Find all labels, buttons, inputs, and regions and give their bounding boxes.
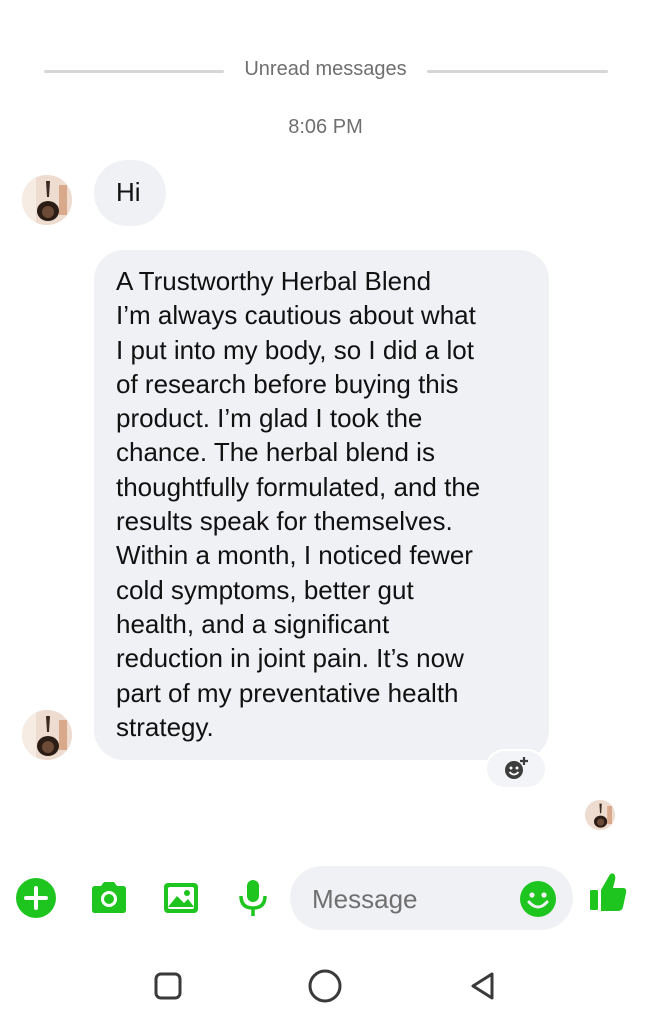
gallery-icon	[164, 883, 198, 913]
system-nav-bar	[0, 960, 651, 1012]
divider-line-left	[44, 70, 224, 73]
plus-icon	[16, 878, 56, 918]
divider-line-right	[427, 70, 608, 73]
recents-button[interactable]	[148, 966, 188, 1006]
thumbs-up-icon	[590, 873, 627, 911]
back-icon	[471, 972, 494, 1000]
home-button[interactable]	[305, 966, 345, 1006]
camera-icon	[92, 882, 126, 913]
message-input[interactable]	[310, 880, 514, 918]
message-bubble-hi[interactable]: Hi	[94, 160, 166, 226]
message-text: A Trustworthy Herbal Blend I’m always ca…	[116, 266, 481, 742]
sender-avatar[interactable]	[22, 175, 72, 225]
add-reaction-button[interactable]	[485, 749, 547, 789]
unread-divider-label: Unread messages	[244, 58, 407, 80]
sender-avatar[interactable]	[22, 710, 72, 760]
home-icon	[308, 969, 342, 1003]
add-button[interactable]	[14, 876, 58, 920]
recents-icon	[154, 972, 182, 1000]
back-button[interactable]	[463, 966, 503, 1006]
microphone-icon	[239, 880, 267, 916]
emoji-icon	[520, 881, 556, 917]
message-composer	[0, 866, 651, 930]
message-timestamp: 8:06 PM	[288, 116, 363, 138]
camera-button[interactable]	[87, 876, 131, 920]
message-text: Hi	[116, 177, 141, 207]
message-bubble-review[interactable]: A Trustworthy Herbal Blend I’m always ca…	[94, 250, 549, 760]
voice-button[interactable]	[231, 876, 275, 920]
gallery-button[interactable]	[159, 876, 203, 920]
read-receipt-avatar	[585, 800, 615, 830]
emoji-button[interactable]	[519, 880, 557, 918]
like-button[interactable]	[586, 870, 630, 914]
message-field[interactable]	[290, 866, 573, 930]
unread-divider: Unread messages	[0, 52, 651, 88]
add-reaction-icon	[505, 757, 528, 779]
